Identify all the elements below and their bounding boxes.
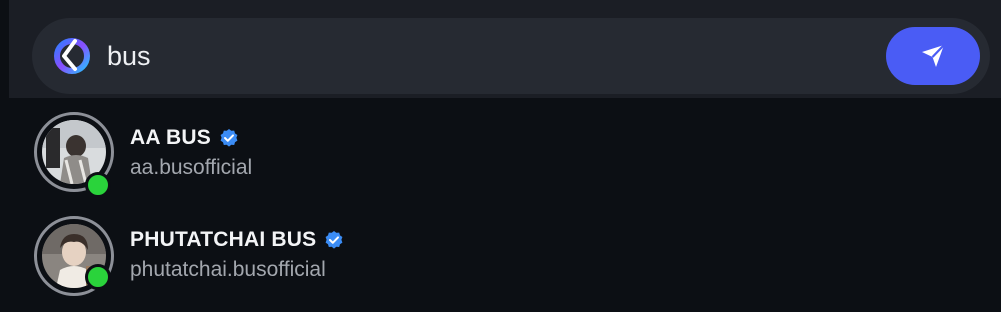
verified-badge-icon <box>325 231 343 249</box>
result-row-aa-bus[interactable]: AA BUS aa.busofficial <box>0 106 1001 210</box>
send-button[interactable] <box>886 27 980 85</box>
search-input[interactable] <box>107 35 867 77</box>
result-handle: aa.busofficial <box>130 156 253 179</box>
verified-badge-icon <box>220 129 238 147</box>
search-screen: AA BUS aa.busofficial <box>0 0 1001 312</box>
online-status-dot <box>85 264 111 290</box>
search-results-list: AA BUS aa.busofficial PHUTATCHAI BUS phu… <box>0 98 1001 312</box>
result-name-line: PHUTATCHAI BUS <box>130 228 344 252</box>
meta-ai-icon <box>54 38 90 74</box>
result-handle: phutatchai.busofficial <box>130 258 326 281</box>
result-name: PHUTATCHAI BUS <box>130 228 317 251</box>
result-name: AA BUS <box>130 126 211 149</box>
search-bar[interactable] <box>32 18 990 94</box>
send-icon <box>922 44 945 67</box>
result-name-line: AA BUS <box>130 126 239 150</box>
result-row-phutatchai-bus[interactable]: PHUTATCHAI BUS phutatchai.busofficial <box>0 210 1001 312</box>
online-status-dot <box>85 172 111 198</box>
